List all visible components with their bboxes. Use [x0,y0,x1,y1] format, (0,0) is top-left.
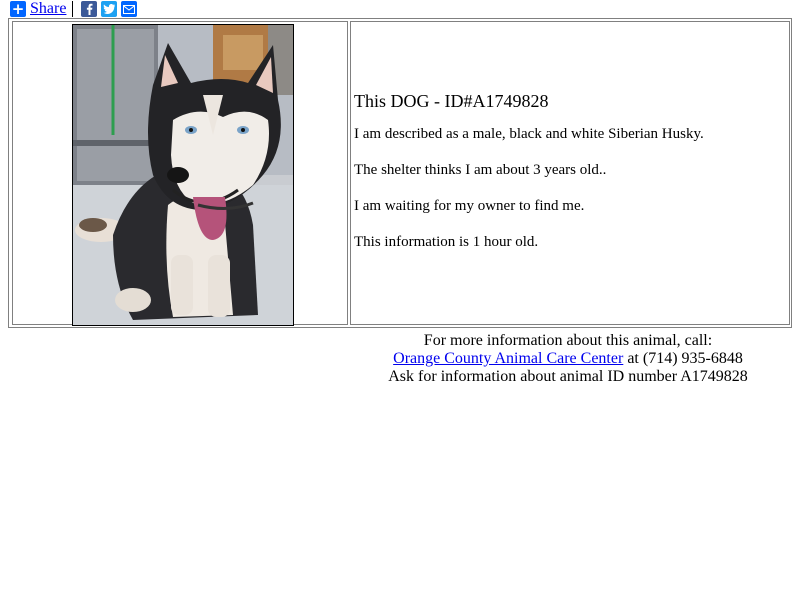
twitter-icon[interactable] [101,1,118,17]
dog-photo[interactable] [72,24,294,326]
animal-title: This DOG - ID#A1749828 [354,91,549,111]
photo-cell [12,21,348,326]
shelter-link[interactable]: Orange County Animal Care Center [393,350,623,367]
share-divider [72,1,74,17]
animal-description: I am described as a male, black and whit… [354,126,704,142]
dog-photo-illustration [73,25,293,325]
animal-status: I am waiting for my owner to find me. [354,198,585,214]
contact-info: For more information about this animal, … [348,332,788,386]
animal-info: This DOG - ID#A1749828 I am described as… [354,90,784,269]
share-link[interactable]: Share [30,0,66,18]
animal-table: This DOG - ID#A1749828 I am described as… [8,18,792,328]
plus-icon[interactable]: + [10,1,26,17]
facebook-icon[interactable] [81,1,98,17]
info-cell: This DOG - ID#A1749828 I am described as… [350,21,790,325]
share-bar: + Share [10,0,141,18]
email-icon[interactable] [121,1,138,17]
animal-age: The shelter thinks I am about 3 years ol… [354,162,607,178]
contact-heading: For more information about this animal, … [423,332,713,349]
info-age: This information is 1 hour old. [354,234,539,250]
animal-id-note: Ask for information about animal ID numb… [388,368,748,385]
shelter-phone: at (714) 935-6848 [623,350,743,367]
contact-line: Orange County Animal Care Center at (714… [348,350,788,368]
